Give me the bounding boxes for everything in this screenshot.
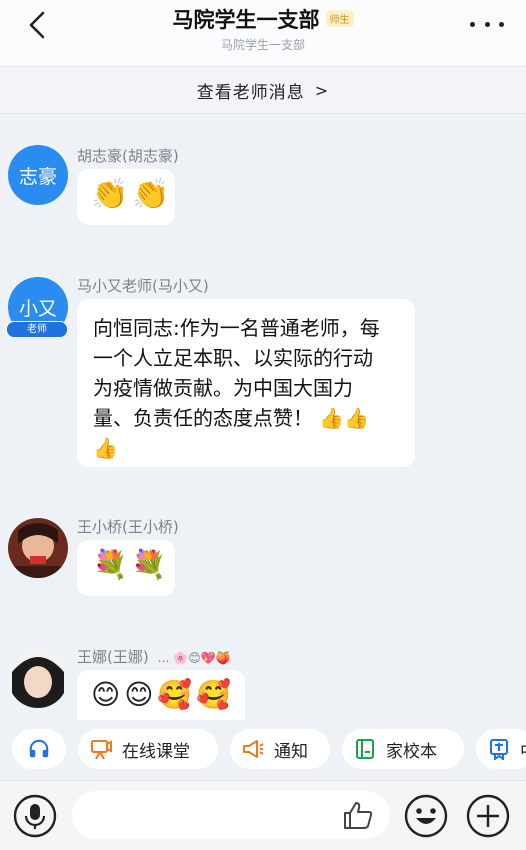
- headset-icon: [28, 738, 50, 760]
- smiley-face-icon: [404, 794, 448, 838]
- dot-icon: [470, 21, 475, 27]
- chat-message: 志豪 胡志豪(胡志豪) 👏 👏: [8, 145, 508, 235]
- thumbs-up-icon: 👍: [93, 436, 118, 460]
- thumbs-up-icon: 👍: [344, 406, 370, 430]
- clapping-hands-icon: 👏: [132, 177, 170, 212]
- quick-action-notice[interactable]: 通知: [230, 729, 330, 769]
- avatar[interactable]: 志豪: [8, 145, 68, 205]
- quick-action-label: 通知: [274, 741, 308, 762]
- like-button[interactable]: [340, 799, 376, 831]
- online-class-icon: [90, 738, 112, 760]
- chat-message: 王娜(王娜) … 🌸😊💖🍑 😊 😊 🥰 🥰: [8, 646, 518, 730]
- smiling-face-icon: 😊: [124, 678, 154, 711]
- sender-name-text: 王娜(王娜): [77, 648, 149, 666]
- chevron-right-icon: >: [314, 80, 330, 100]
- chat-header: 马院学生一支部 师生 马院学生一支部: [0, 0, 526, 67]
- sender-status-suffix: … 🌸😊💖🍑: [157, 651, 231, 665]
- more-options-button[interactable]: [470, 12, 504, 36]
- plus-circle-icon: [466, 794, 510, 838]
- quick-action-label: 家校本: [386, 741, 437, 762]
- chat-message: 小又 老师 马小又老师(马小又) 向恒同志:作为一名普通老师，每一个人立足本职、…: [6, 275, 518, 470]
- microphone-icon: [13, 794, 57, 838]
- page-title: 马院学生一支部: [172, 8, 320, 32]
- emoji-button[interactable]: [404, 794, 448, 838]
- dot-icon: [484, 21, 490, 27]
- quick-actions-bar: 在线课堂 通知 家校本 中: [0, 720, 526, 780]
- sender-name: 马小又老师(马小又): [77, 277, 209, 295]
- quick-action-label: 在线课堂: [122, 741, 190, 762]
- thumbs-up-icon: 👍: [319, 406, 345, 430]
- member-type-badge: 师生: [325, 10, 354, 27]
- quick-action-more[interactable]: 中: [476, 729, 526, 769]
- flower-icon: 💐: [131, 548, 167, 581]
- clapping-hands-icon: 👏: [91, 177, 129, 212]
- message-bubble[interactable]: 👏 👏: [77, 169, 175, 225]
- avatar[interactable]: [8, 648, 68, 708]
- page-subtitle: 马院学生一支部: [220, 38, 305, 52]
- sender-name: 王娜(王娜) … 🌸😊💖🍑: [77, 646, 231, 667]
- chat-message: 王小桥(王小桥) 💐 💐: [8, 516, 508, 606]
- quick-action-label: 中: [520, 737, 526, 762]
- person-photo-icon: [8, 518, 68, 578]
- flower-icon: 💐: [93, 548, 128, 581]
- view-teacher-messages-button[interactable]: 查看老师消息 >: [0, 67, 526, 114]
- person-photo-icon: [8, 648, 68, 708]
- smiling-face-hearts-icon: 🥰: [157, 678, 193, 711]
- quick-action-online-class[interactable]: 在线课堂: [78, 729, 218, 769]
- teacher-tag: 老师: [6, 321, 68, 338]
- quick-action-homework-book[interactable]: 家校本: [342, 729, 464, 769]
- message-text: 向恒同志:作为一名普通老师，每一个人立足本职、以实际的行动为疫情做贡献。为中国大…: [77, 299, 403, 473]
- smiling-face-hearts-icon: 🥰: [196, 678, 232, 711]
- quick-action-headset[interactable]: [12, 729, 66, 769]
- message-bubble[interactable]: 💐 💐: [77, 540, 175, 596]
- view-teacher-messages-label: 查看老师消息: [196, 82, 305, 103]
- header-title-block: 马院学生一支部 师生 马院学生一支部: [0, 4, 526, 53]
- megaphone-icon: [242, 738, 264, 760]
- message-bubble[interactable]: 向恒同志:作为一名普通老师，每一个人立足本职、以实际的行动为疫情做贡献。为中国大…: [77, 299, 415, 467]
- avatar[interactable]: [8, 518, 68, 578]
- blue-ribbon-icon: [488, 738, 510, 760]
- more-tools-button[interactable]: [466, 794, 510, 838]
- notebook-icon: [354, 738, 376, 760]
- thumbs-up-outline-icon: [344, 802, 373, 829]
- voice-input-button[interactable]: [13, 794, 57, 838]
- dot-icon: [499, 21, 504, 27]
- smiling-face-icon: 😊: [91, 678, 121, 711]
- sender-name: 王小桥(王小桥): [77, 518, 179, 536]
- message-input-bar: [0, 780, 526, 850]
- sender-name: 胡志豪(胡志豪): [77, 147, 179, 165]
